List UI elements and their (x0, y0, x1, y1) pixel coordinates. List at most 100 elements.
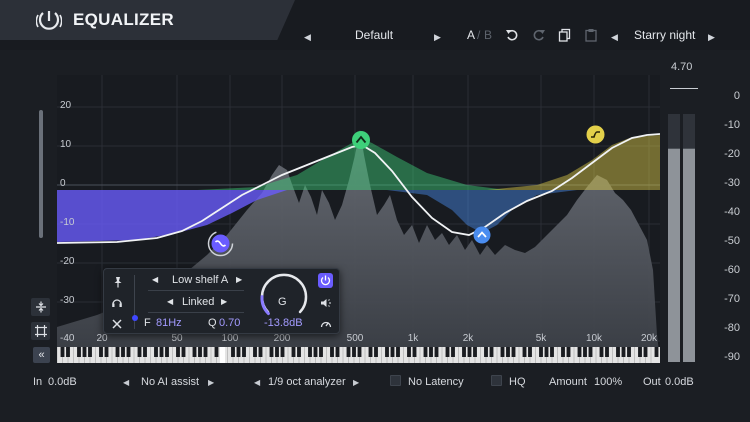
band-power-button[interactable] (318, 273, 333, 288)
gain-value[interactable]: -13.8dB (264, 317, 303, 329)
ai-assist-next-arrow[interactable]: ▶ (208, 378, 214, 387)
fit-frame-button[interactable] (31, 322, 50, 340)
black-key (77, 347, 81, 357)
output-level-meter (668, 114, 695, 362)
black-key (121, 347, 125, 357)
link-mode-label[interactable]: Linked (182, 296, 214, 308)
headphones-solo-icon[interactable] (111, 296, 123, 308)
black-key (605, 347, 609, 357)
preset-name[interactable]: Default (355, 28, 393, 42)
band-node-2k[interactable] (473, 226, 491, 244)
black-key (599, 347, 604, 357)
black-key (82, 347, 87, 357)
black-key (588, 347, 593, 357)
preset-nav-name[interactable]: Starry night (634, 28, 695, 42)
fit-height-button[interactable] (31, 298, 50, 316)
piano-keyboard[interactable] (57, 347, 660, 363)
black-key (104, 347, 109, 357)
type-next-arrow[interactable]: ▶ (236, 275, 242, 284)
x-axis-label: 10k (585, 333, 603, 344)
output-gain-value[interactable]: 0.0dB (665, 376, 694, 388)
meter-bar-right (683, 148, 695, 362)
pin-icon[interactable] (112, 276, 124, 288)
preset-nav-next-arrow[interactable]: ▶ (708, 30, 715, 44)
analyzer-next-arrow[interactable]: ▶ (353, 378, 359, 387)
close-icon[interactable] (111, 318, 123, 330)
bell-node-icon (473, 226, 491, 244)
black-key (484, 347, 488, 357)
black-key (176, 347, 180, 357)
type-prev-arrow[interactable]: ◀ (152, 275, 158, 284)
frequency-label: F (144, 317, 151, 329)
q-label: Q (208, 317, 217, 329)
preset-nav-prev-arrow[interactable]: ◀ (611, 30, 618, 44)
header-bar: EQUALIZER ◀ Default ▶ A / B ◀ Starry nig… (0, 0, 750, 50)
dynamic-gauge-icon[interactable] (320, 318, 332, 330)
black-key (374, 347, 378, 357)
x-axis-label: 100 (221, 333, 239, 344)
collapse-keyboard-button[interactable]: « (33, 347, 50, 363)
black-key (473, 347, 477, 357)
meter-scale-label: -90 (724, 351, 740, 363)
preset-next-arrow[interactable]: ▶ (434, 30, 441, 44)
ai-assist-prev-arrow[interactable]: ◀ (123, 378, 129, 387)
black-key (368, 347, 373, 357)
paste-icon[interactable] (584, 28, 598, 42)
copy-icon[interactable] (558, 28, 572, 42)
black-key (627, 347, 631, 357)
analyzer-prev-arrow[interactable]: ◀ (254, 378, 260, 387)
black-key (297, 347, 301, 357)
compare-slash: / (477, 28, 481, 42)
x-axis-label: 50 (171, 333, 183, 344)
black-key (544, 347, 549, 357)
black-key (352, 347, 356, 357)
x-axis-label: 200 (273, 333, 291, 344)
y-axis-label: 10 (60, 139, 72, 150)
analyzer-selector[interactable]: 1/9 oct analyzer (268, 376, 346, 388)
black-key (467, 347, 472, 357)
selected-key-marker (220, 347, 225, 363)
black-key (500, 347, 505, 357)
band-type-label[interactable]: Low shelf A (172, 274, 228, 286)
black-key (583, 347, 587, 357)
preset-prev-arrow[interactable]: ◀ (304, 30, 311, 44)
band-node-high-shelf[interactable] (586, 125, 605, 144)
black-key (390, 347, 395, 357)
link-prev-arrow[interactable]: ◀ (167, 297, 173, 306)
black-key (203, 347, 208, 357)
amount-value[interactable]: 100% (594, 376, 622, 388)
black-key (280, 347, 285, 357)
frequency-value[interactable]: 81Hz (156, 317, 182, 329)
black-key (423, 347, 428, 357)
compare-a-button[interactable]: A (467, 28, 475, 42)
black-key (115, 347, 120, 357)
black-key (291, 347, 296, 357)
black-key (253, 347, 257, 357)
black-key (616, 347, 620, 357)
black-key (566, 347, 571, 357)
band-fader[interactable] (132, 275, 138, 329)
black-key (313, 347, 318, 357)
input-gain-value[interactable]: 0.0dB (48, 376, 77, 388)
speaker-icon[interactable] (320, 297, 332, 309)
compare-b-button[interactable]: B (484, 28, 492, 42)
q-value[interactable]: 0.70 (219, 317, 240, 329)
vertical-zoom-scrollbar[interactable] (39, 110, 43, 238)
band-node-500[interactable] (351, 130, 371, 150)
redo-icon[interactable] (532, 28, 546, 42)
amount-label: Amount (549, 376, 587, 388)
undo-icon[interactable] (505, 28, 519, 42)
hq-checkbox[interactable] (491, 375, 502, 386)
gain-knob[interactable] (254, 272, 314, 316)
band-node-low-shelf[interactable] (207, 230, 234, 257)
black-key (159, 347, 164, 357)
hq-label: HQ (509, 376, 526, 388)
black-key (445, 347, 450, 357)
black-key (638, 347, 642, 357)
ai-assist-selector[interactable]: No AI assist (141, 376, 199, 388)
black-key (643, 347, 648, 357)
gain-knob-label: G (278, 296, 287, 308)
link-next-arrow[interactable]: ▶ (221, 297, 227, 306)
black-key (407, 347, 411, 357)
no-latency-checkbox[interactable] (390, 375, 401, 386)
